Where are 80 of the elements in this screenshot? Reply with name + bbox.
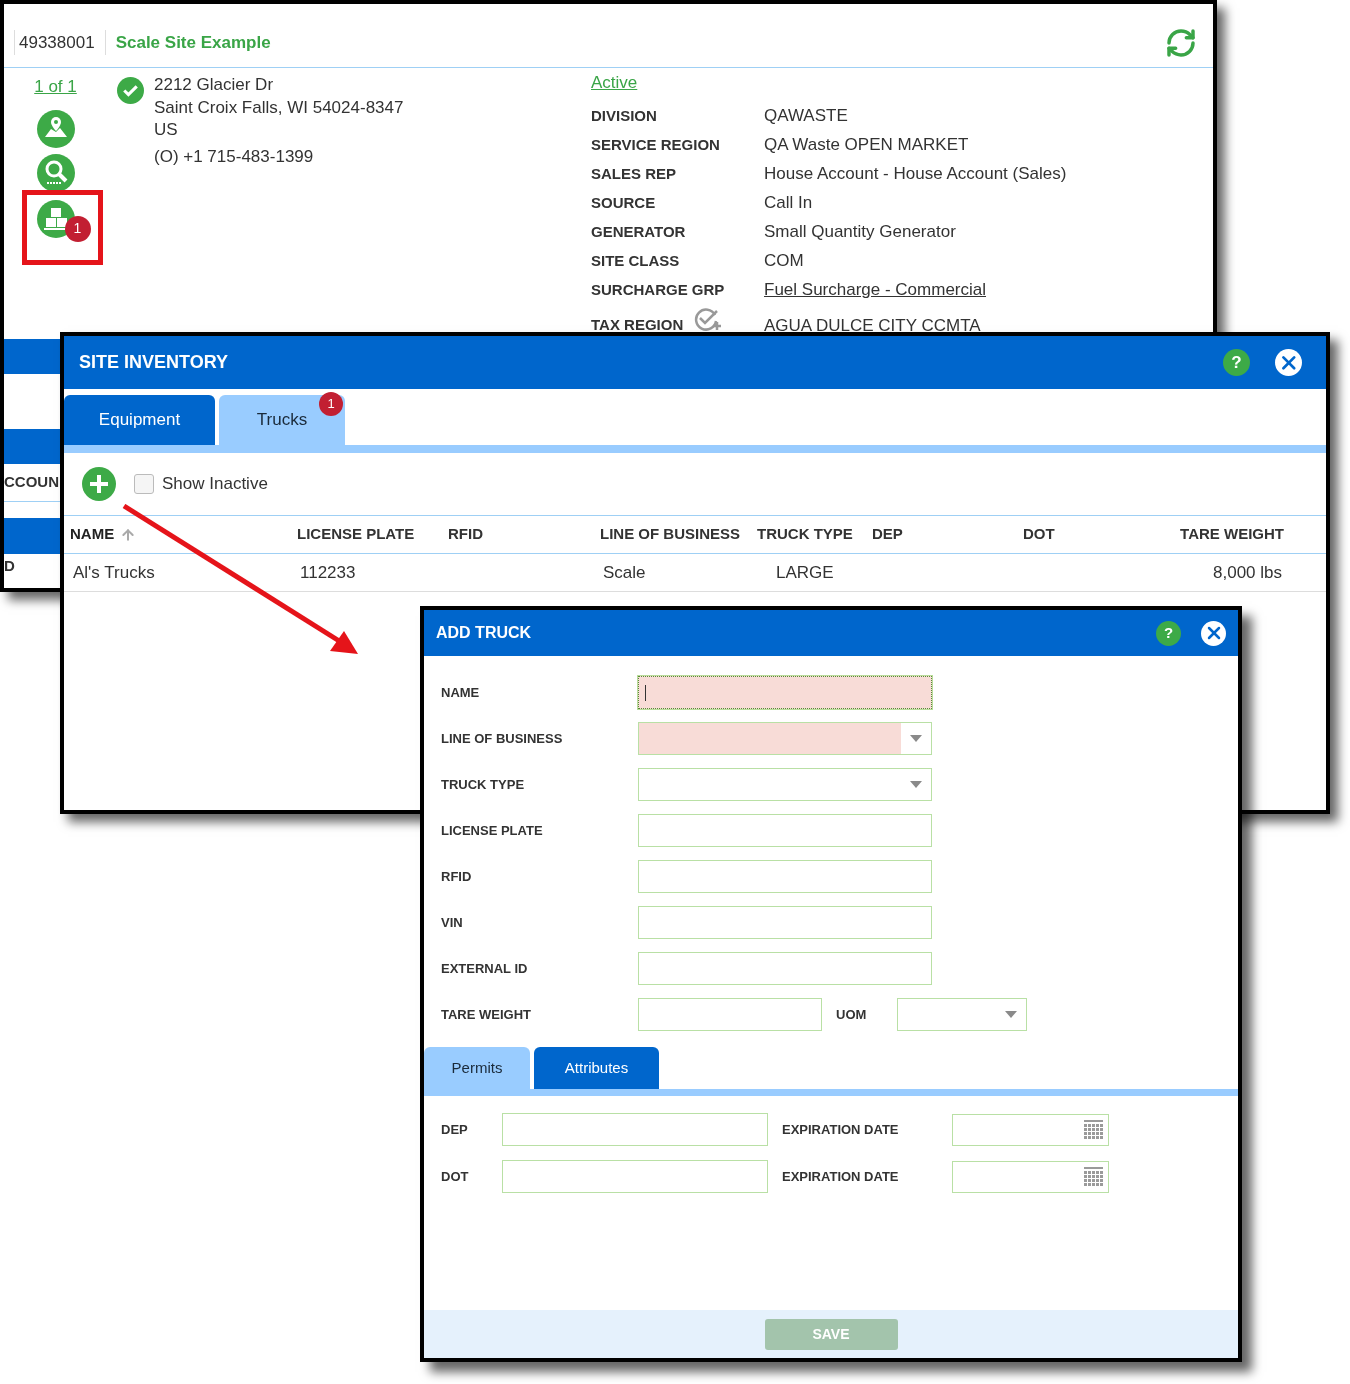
refresh-icon[interactable] bbox=[1165, 26, 1197, 59]
detail-label: SITE CLASS bbox=[591, 250, 680, 271]
table-cell: 112233 bbox=[300, 562, 356, 582]
dialog-title: ADD TRUCK bbox=[436, 623, 532, 643]
column-header[interactable]: DOT bbox=[1023, 523, 1055, 546]
checkbox-label: Show Inactive bbox=[162, 473, 268, 496]
count-badge: 1 bbox=[319, 392, 343, 416]
input-field[interactable] bbox=[638, 676, 932, 709]
tab[interactable]: Equipment bbox=[64, 395, 215, 445]
detail-value: Small Quantity Generator bbox=[764, 221, 957, 244]
table-cell: 8,000 lbs bbox=[1213, 562, 1282, 582]
column-header[interactable]: LICENSE PLATE bbox=[297, 523, 415, 546]
close-button[interactable] bbox=[1275, 349, 1302, 376]
dialog-title: SITE INVENTORY bbox=[79, 351, 229, 374]
dropdown-field[interactable] bbox=[897, 998, 1027, 1031]
detail-value: House Account - House Account (Sales) bbox=[764, 163, 1067, 186]
calendar-icon[interactable] bbox=[1084, 1119, 1103, 1140]
field-label: TARE WEIGHT bbox=[441, 1005, 533, 1024]
detail-value: QA Waste OPEN MARKET bbox=[764, 134, 970, 157]
column-header[interactable]: DEP bbox=[872, 523, 903, 546]
dropdown-caret-icon bbox=[1005, 1011, 1017, 1018]
date-field[interactable] bbox=[952, 1160, 1109, 1193]
close-button[interactable] bbox=[1201, 620, 1226, 646]
field-label: EXTERNAL ID bbox=[441, 959, 529, 978]
date-field[interactable] bbox=[952, 1113, 1109, 1146]
address-line: US bbox=[154, 119, 179, 141]
tab[interactable]: Attributes bbox=[534, 1047, 659, 1089]
detail-label: SOURCE bbox=[591, 192, 656, 213]
add-icon[interactable] bbox=[82, 467, 116, 501]
column-header[interactable]: LINE OF BUSINESS bbox=[600, 523, 741, 546]
detail-label: DIVISION bbox=[591, 105, 657, 126]
field-label: RFID bbox=[441, 867, 473, 886]
account-number: 49338001 bbox=[14, 29, 106, 56]
detail-label: GENERATOR bbox=[591, 221, 686, 242]
column-header[interactable]: TARE WEIGHT bbox=[1180, 523, 1284, 546]
field-label: DEP bbox=[441, 1120, 469, 1139]
tab[interactable]: Permits bbox=[424, 1047, 530, 1089]
site-name: Scale Site Example bbox=[114, 31, 271, 54]
web-search-icon[interactable] bbox=[36, 153, 75, 192]
tab[interactable]: Trucks 1 bbox=[219, 395, 345, 445]
calendar-icon[interactable] bbox=[1084, 1166, 1103, 1187]
detail-value: Call In bbox=[764, 192, 814, 215]
check-add-icon[interactable] bbox=[693, 305, 722, 332]
detail-label: TAX REGION bbox=[591, 315, 684, 336]
field-label: UOM bbox=[836, 1005, 868, 1024]
address-line: Saint Croix Falls, WI 54024-8347 bbox=[154, 96, 404, 119]
dropdown-caret-icon bbox=[910, 781, 922, 788]
text-cursor bbox=[645, 684, 646, 701]
table-cell: Scale bbox=[603, 562, 646, 582]
field-label: LICENSE PLATE bbox=[441, 821, 544, 840]
field-label: LINE OF BUSINESS bbox=[441, 729, 564, 748]
field-label: NAME bbox=[441, 683, 481, 702]
field-label: VIN bbox=[441, 913, 464, 932]
detail-label: SURCHARGE GRP bbox=[591, 279, 725, 300]
detail-link[interactable]: Fuel Surcharge - Commercial bbox=[764, 277, 1067, 303]
field-label: EXPIRATION DATE bbox=[782, 1167, 900, 1186]
table-cell: LARGE bbox=[776, 562, 834, 582]
detail-label: SALES REP bbox=[591, 163, 677, 184]
column-header[interactable]: NAME bbox=[70, 523, 115, 546]
column-header: D bbox=[4, 555, 15, 576]
phone-number: (O) +1 715-483-1399 bbox=[154, 145, 315, 168]
dropdown-caret-icon bbox=[910, 735, 922, 742]
checkbox[interactable] bbox=[134, 474, 154, 494]
detail-value: COM bbox=[764, 250, 805, 273]
field-label: EXPIRATION DATE bbox=[782, 1120, 900, 1139]
table-row[interactable]: Al's Trucks 112233 Scale LARGE 8,000 lbs bbox=[64, 554, 1326, 592]
detail-label: SERVICE REGION bbox=[591, 134, 720, 155]
field-label: DOT bbox=[441, 1167, 470, 1186]
dropdown-field[interactable] bbox=[638, 722, 932, 755]
column-header[interactable]: TRUCK TYPE bbox=[757, 523, 853, 546]
column-header: CCOUN bbox=[4, 472, 59, 493]
detail-value: AGUA DULCE CITY CCMTA bbox=[764, 314, 982, 337]
address-line: 2212 Glacier Dr bbox=[154, 74, 275, 96]
column-header[interactable]: RFID bbox=[448, 523, 483, 546]
map-pin-icon[interactable] bbox=[36, 109, 75, 148]
field-label: TRUCK TYPE bbox=[441, 775, 526, 794]
detail-value: QAWASTE bbox=[764, 105, 849, 128]
dropdown-field[interactable] bbox=[638, 768, 932, 801]
table-cell: Al's Trucks bbox=[73, 562, 155, 582]
check-circle-icon bbox=[117, 77, 144, 104]
